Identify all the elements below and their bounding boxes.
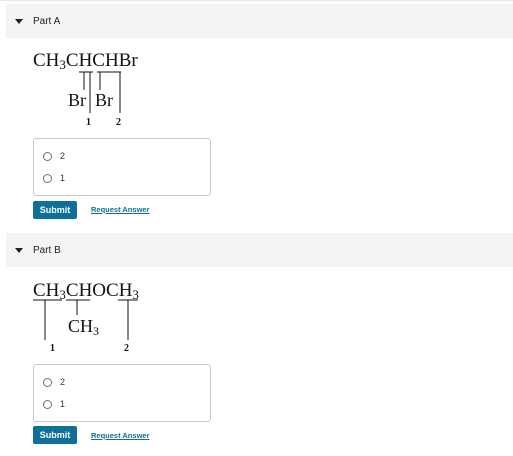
part-b-number-1: 1 (50, 343, 55, 354)
part-b-choice-1[interactable]: 2 (43, 375, 65, 389)
part-b-number-2: 2 (124, 343, 129, 354)
radio-button[interactable] (43, 399, 52, 409)
part-b-substituent: CH3 (68, 316, 100, 338)
radio-button[interactable] (43, 377, 52, 387)
part-b-submit-button[interactable]: Submit (33, 426, 77, 444)
part-b-choice-2[interactable]: 1 (43, 397, 65, 411)
part-b-choices: 2 1 (33, 364, 211, 422)
part-b-request-answer-link[interactable]: Request Answer (91, 431, 150, 440)
